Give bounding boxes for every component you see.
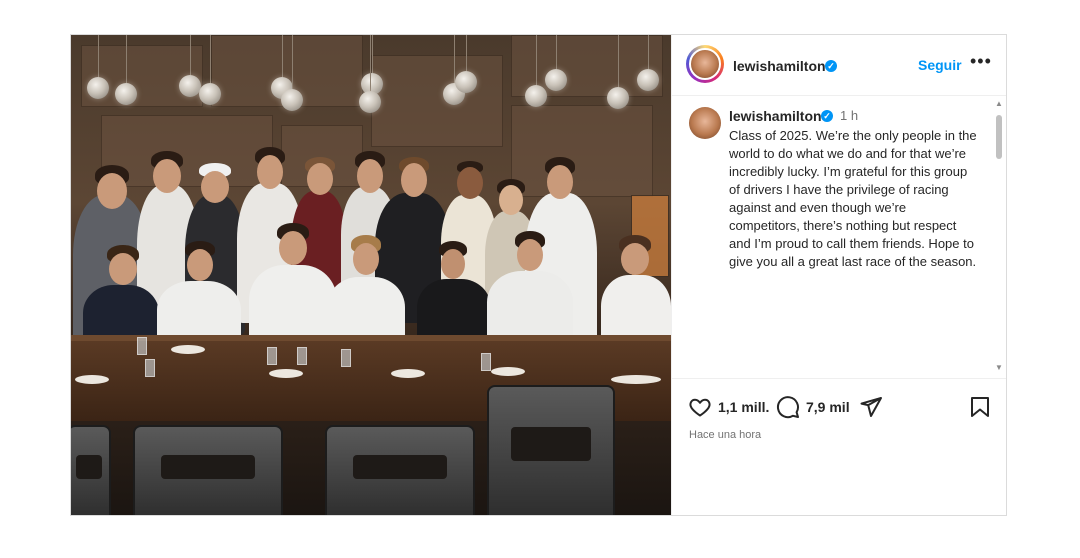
glass <box>481 353 491 371</box>
author-username[interactable]: lewishamilton <box>733 58 826 74</box>
verified-badge-icon: ✓ <box>821 110 833 122</box>
caption-text: Class of 2025. We’re the only people in … <box>729 128 977 269</box>
plate <box>269 369 303 378</box>
glass <box>267 347 277 365</box>
person <box>485 231 575 351</box>
pendant-lamp <box>115 83 137 105</box>
plate <box>391 369 425 378</box>
pendant-lamp <box>87 77 109 99</box>
heart-icon[interactable] <box>688 395 712 424</box>
pendant-lamp <box>359 91 381 113</box>
pendant-lamp <box>525 85 547 107</box>
pendant-lamp <box>455 71 477 93</box>
comment-bubble-icon[interactable] <box>776 395 800 424</box>
bookmark-icon[interactable] <box>968 395 992 424</box>
chair <box>487 385 615 515</box>
chair <box>325 425 475 515</box>
plate <box>171 345 205 354</box>
glass <box>137 337 147 355</box>
caption-area: lewishamilton ✓ 1 h Class of 2025. We’re… <box>672 95 1006 377</box>
caption-avatar[interactable] <box>689 107 721 139</box>
caption-timestamp[interactable]: 1 h <box>840 108 858 123</box>
plate <box>611 375 661 384</box>
glass <box>341 349 351 367</box>
scrollbar[interactable]: ▲ ▼ <box>994 99 1004 373</box>
glass <box>297 347 307 365</box>
comments-count[interactable]: 7,9 mil <box>806 399 850 415</box>
instagram-post: lewishamilton ✓ Seguir ••• lewishamilton… <box>70 34 1007 516</box>
more-options-icon[interactable]: ••• <box>970 51 992 72</box>
caption-username[interactable]: lewishamilton <box>729 108 822 124</box>
scrollbar-thumb[interactable] <box>996 115 1002 159</box>
post-side-panel: lewishamilton ✓ Seguir ••• lewishamilton… <box>671 35 1006 515</box>
chair <box>71 425 111 515</box>
pendant-lamp <box>199 83 221 105</box>
pendant-lamp <box>179 75 201 97</box>
post-header: lewishamilton ✓ Seguir ••• <box>672 35 1006 96</box>
author-avatar[interactable] <box>689 48 721 80</box>
plate <box>491 367 525 376</box>
chair <box>133 425 283 515</box>
plate <box>75 375 109 384</box>
story-ring[interactable] <box>686 45 724 83</box>
pendant-lamp <box>607 87 629 109</box>
likes-count[interactable]: 1,1 mill. <box>718 399 769 415</box>
action-bar: 1,1 mill. 7,9 mil Hace una hora <box>672 378 1006 515</box>
verified-badge-icon: ✓ <box>825 60 837 72</box>
follow-button[interactable]: Seguir <box>918 57 962 73</box>
post-age[interactable]: Hace una hora <box>689 429 761 441</box>
pendant-lamp <box>281 89 303 111</box>
triangle-up-icon[interactable]: ▲ <box>995 99 1003 108</box>
post-photo[interactable] <box>71 35 671 515</box>
triangle-down-icon[interactable]: ▼ <box>995 363 1003 372</box>
paper-plane-icon[interactable] <box>859 395 883 424</box>
pendant-lamp <box>545 69 567 91</box>
pendant-lamp <box>637 69 659 91</box>
glass <box>145 359 155 377</box>
